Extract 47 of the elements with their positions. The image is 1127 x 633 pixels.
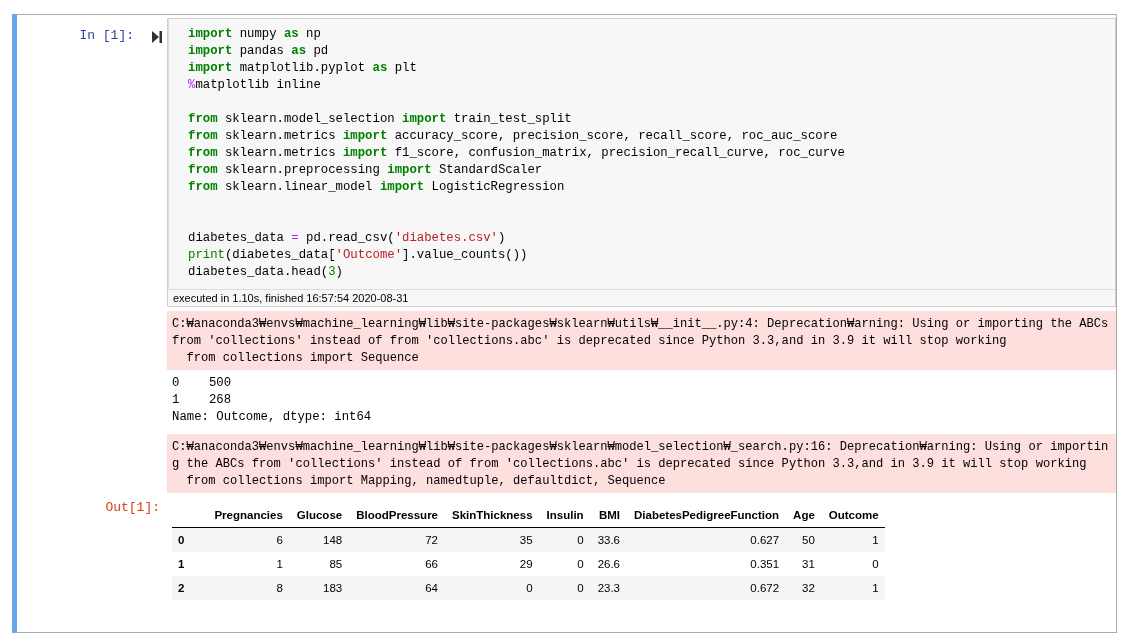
table-cell: 8: [206, 576, 289, 600]
table-cell: 64: [348, 576, 444, 600]
column-header: BloodPressure: [348, 503, 444, 528]
table-cell: 0: [538, 527, 590, 552]
notebook-cell[interactable]: [12, 14, 1117, 633]
run-icon[interactable]: [152, 31, 162, 43]
table-cell: 0: [444, 576, 539, 600]
table-cell: 0.627: [626, 527, 786, 552]
table-cell: 33.6: [589, 527, 626, 552]
column-header: Insulin: [538, 503, 590, 528]
table-cell: 0.351: [626, 552, 786, 576]
table-cell: 0: [538, 552, 590, 576]
table-cell: 0: [820, 552, 885, 576]
table-cell: 32: [785, 576, 821, 600]
table-cell: 85: [288, 552, 349, 576]
warning-output: C:₩anaconda3₩envs₩machine_learning₩lib₩site-packages₩sklearn₩model_selection₩_search.py:16: Deprecation₩arning: Using or importing the ABCs from 'collections' instead of from 'collections.abc' is deprecated since Python 3.3,and in 3.9 it will stop working from collections import Mapping, namedtuple, defaultdict, Sequence: [167, 434, 1116, 493]
table-cell: 35: [444, 527, 539, 552]
table-cell: 1: [206, 552, 289, 576]
table-cell: 148: [288, 527, 349, 552]
input-prompt: In [1]:: [79, 28, 134, 43]
table-cell: 6: [206, 527, 289, 552]
column-header: DiabetesPedigreeFunction: [626, 503, 786, 528]
table-cell: 1: [820, 576, 885, 600]
row-index: 0: [172, 527, 207, 552]
output-prompt: Out[1]:: [105, 500, 160, 515]
column-header: SkinThickness: [444, 503, 539, 528]
table-cell: 183: [288, 576, 349, 600]
column-header: BMI: [589, 503, 626, 528]
table-cell: 31: [785, 552, 821, 576]
table-cell: 29: [444, 552, 539, 576]
column-header: Glucose: [288, 503, 349, 528]
table-cell: 0.672: [626, 576, 786, 600]
column-header: Outcome: [820, 503, 885, 528]
table-cell: 1: [820, 527, 885, 552]
table-cell: 23.3: [589, 576, 626, 600]
column-header: Pregnancies: [206, 503, 289, 528]
row-index: 2: [172, 576, 207, 600]
table-cell: 72: [348, 527, 444, 552]
table-cell: 66: [348, 552, 444, 576]
table-cell: 26.6: [589, 552, 626, 576]
table-cell: 0: [538, 576, 590, 600]
row-index: 1: [172, 552, 207, 576]
text-output: 0 500 1 268 Name: Outcome, dtype: int64: [171, 375, 373, 426]
execution-info: executed in 1.10s, finished 16:57:54 2020-08-31: [168, 289, 1115, 306]
warning-output: C:₩anaconda3₩envs₩machine_learning₩lib₩site-packages₩sklearn₩utils₩__init__.py:4: Deprecation₩arning: Using or importing the ABCs from 'collections' instead of from 'collections.abc' is deprecated since Python 3.3,and in 3.9 it will stop working from collections import Sequence: [167, 311, 1116, 370]
table-cell: 50: [785, 527, 821, 552]
column-header: Age: [785, 503, 821, 528]
